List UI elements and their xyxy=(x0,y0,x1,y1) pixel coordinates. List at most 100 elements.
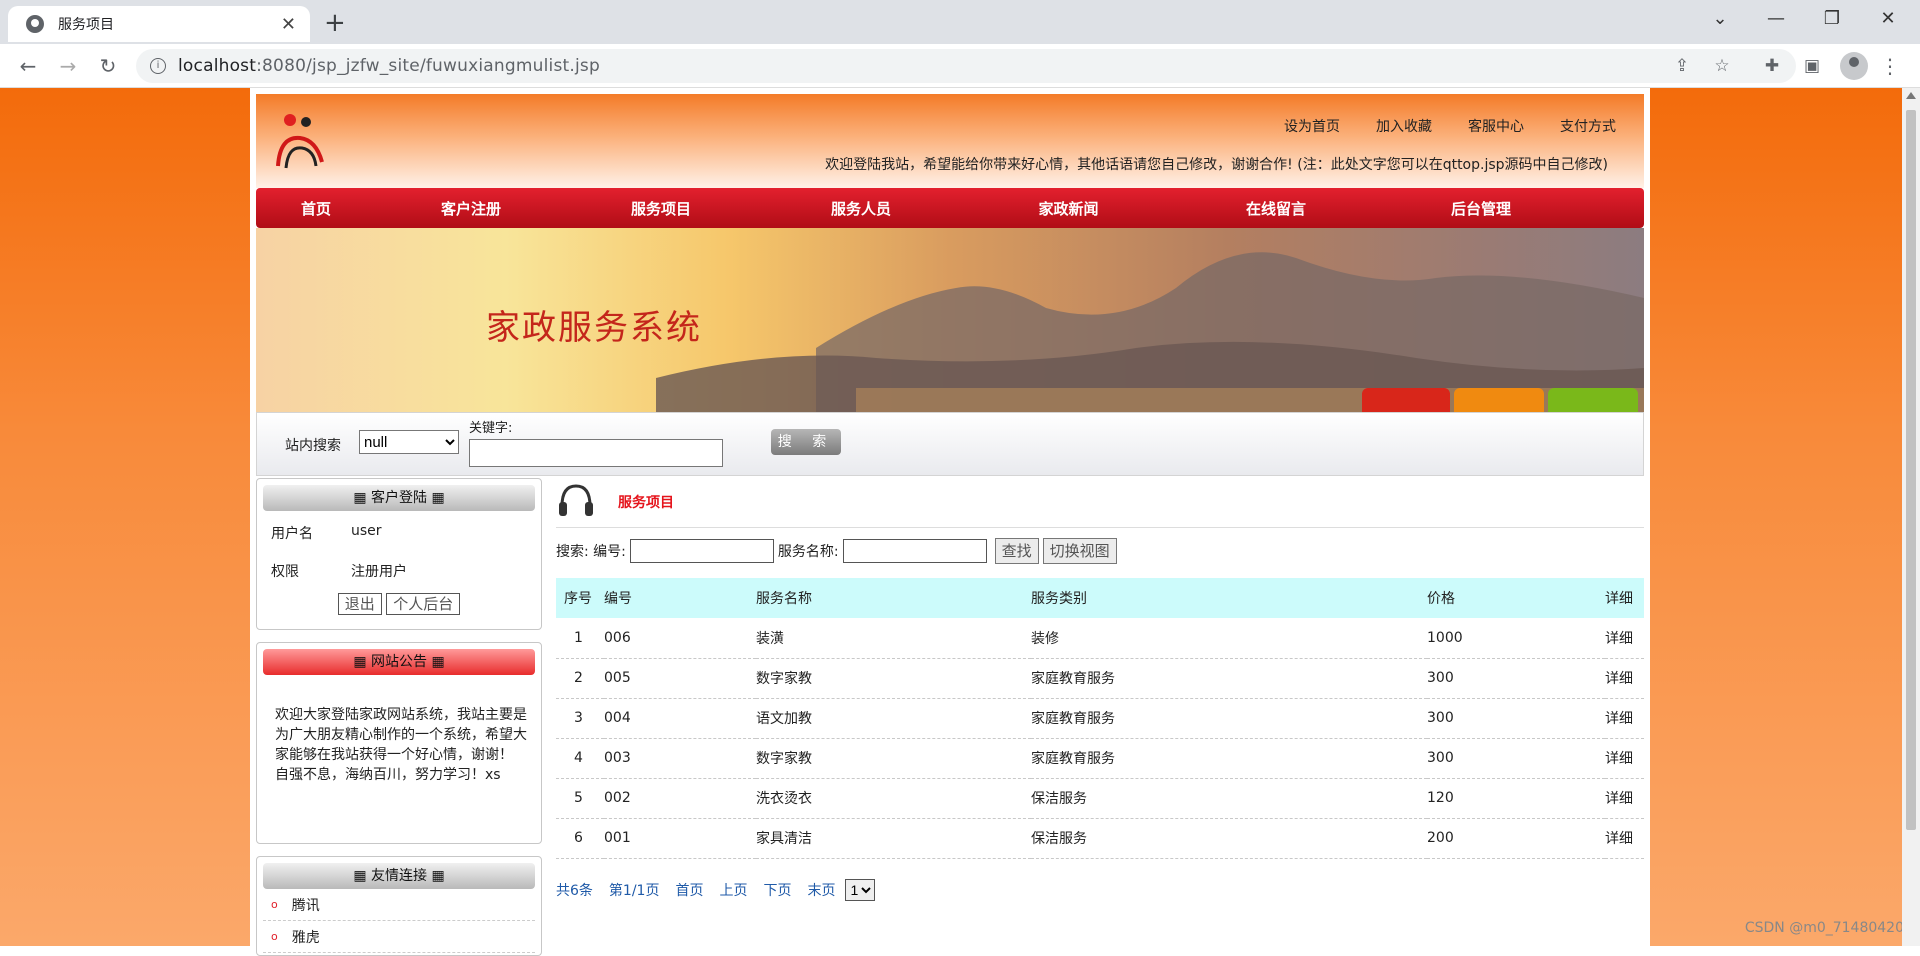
site-search-button[interactable]: 搜 索 xyxy=(771,429,841,455)
reload-icon[interactable]: ↻ xyxy=(92,50,124,82)
pager-prev[interactable]: 上页 xyxy=(719,880,747,900)
profile-avatar[interactable] xyxy=(1840,52,1868,80)
url-field[interactable]: i localhost:8080/jsp_jzfw_site/fuwuxiang… xyxy=(136,49,1796,83)
detail-link[interactable]: 详细 xyxy=(1605,778,1644,819)
menu-icon[interactable]: ⋮ xyxy=(1880,52,1900,80)
welcome-text: 欢迎登陆我站，希望能给你带来好心情，其他话语请您自己修改，谢谢合作! (注：此处… xyxy=(825,157,1608,173)
extensions-icon[interactable]: ✚ xyxy=(1760,54,1784,78)
role-value: 注册用户 xyxy=(351,564,407,580)
friend-link-item[interactable]: o 雅虎 xyxy=(263,921,535,953)
new-tab-button[interactable]: + xyxy=(324,8,346,38)
page-scrollbar[interactable] xyxy=(1902,88,1920,946)
keyword-label: 关键字: xyxy=(469,421,513,436)
notice-box: ▦ 网站公告 ▦ 欢迎大家登陆家政网站系统，我站主要是为广大朋友精心制作的一个系… xyxy=(256,642,542,844)
nav-admin[interactable]: 后台管理 xyxy=(1381,198,1581,219)
col-name: 服务名称 xyxy=(756,578,1031,618)
share-icon[interactable]: ⇪ xyxy=(1670,54,1694,78)
detail-link[interactable]: 详细 xyxy=(1605,738,1644,779)
site-container: 设为首页 加入收藏 客服中心 支付方式 欢迎登陆我站，希望能给你带来好心情，其他… xyxy=(250,88,1650,956)
site-info-icon[interactable]: i xyxy=(150,58,166,74)
nav-home[interactable]: 首页 xyxy=(256,198,376,219)
section-title: 服务项目 xyxy=(618,495,674,511)
col-category: 服务类别 xyxy=(1031,578,1427,618)
code-input[interactable] xyxy=(629,539,774,563)
browser-tab[interactable]: 服务项目 ✕ xyxy=(8,6,310,42)
nav-register[interactable]: 客户注册 xyxy=(376,198,566,219)
set-homepage-link[interactable]: 设为首页 xyxy=(1284,116,1340,136)
page-viewport: 设为首页 加入收藏 客服中心 支付方式 欢迎登陆我站，希望能给你带来好心情，其他… xyxy=(0,88,1920,956)
site-search-select[interactable]: null xyxy=(359,430,459,454)
table-row: 3 004 语文加教 家庭教育服务 300 详细 xyxy=(556,698,1644,739)
bullet-icon: o xyxy=(271,930,278,943)
notice-text: 欢迎大家登陆家政网站系统，我站主要是为广大朋友精心制作的一个系统，希望大家能够在… xyxy=(275,707,527,783)
table-row: 1 006 装潢 装修 1000 详细 xyxy=(556,618,1644,659)
bullet-icon: o xyxy=(271,898,278,911)
nav-news[interactable]: 家政新闻 xyxy=(966,198,1171,219)
pager-total: 共6条 xyxy=(556,882,593,899)
personal-backend-button[interactable]: 个人后台 xyxy=(386,593,461,615)
switch-view-button[interactable]: 切换视图 xyxy=(1042,538,1117,564)
banner-landscape xyxy=(656,252,1644,412)
scroll-thumb[interactable] xyxy=(1906,110,1916,830)
site-search-label: 站内搜索 xyxy=(285,438,341,454)
nav-messages[interactable]: 在线留言 xyxy=(1171,198,1381,219)
tab-search-icon[interactable]: ⌄ xyxy=(1692,0,1748,40)
login-box-title: ▦ 客户登陆 ▦ xyxy=(263,485,535,511)
links-box: ▦ 友情连接 ▦ o 腾讯 o 雅虎 xyxy=(256,856,542,956)
payment-link[interactable]: 支付方式 xyxy=(1560,116,1616,136)
service-center-link[interactable]: 客服中心 xyxy=(1468,116,1524,136)
logout-button[interactable]: 退出 xyxy=(337,593,382,615)
service-name-input[interactable] xyxy=(842,539,987,563)
detail-link[interactable]: 详细 xyxy=(1605,618,1644,659)
main-content: 服务项目 搜索: 编号: 服务名称: 查找 切换视图 序号 编号 服务名称 服务… xyxy=(556,478,1644,901)
section-header: 服务项目 xyxy=(556,478,1644,528)
pager: 共6条 第1/1页 首页 上页 下页 末页 1 xyxy=(556,878,1644,901)
csdn-watermark: CSDN @m0_71480420 xyxy=(1744,920,1904,936)
side-panel-icon[interactable]: ▣ xyxy=(1800,54,1824,78)
add-favorite-link[interactable]: 加入收藏 xyxy=(1376,116,1432,136)
detail-link[interactable]: 详细 xyxy=(1605,818,1644,859)
role-row: 权限 注册用户 xyxy=(271,561,541,581)
find-button[interactable]: 查找 xyxy=(994,538,1039,564)
nav-staff[interactable]: 服务人员 xyxy=(756,198,966,219)
back-icon[interactable]: ← xyxy=(12,50,44,82)
detail-link[interactable]: 详细 xyxy=(1605,698,1644,739)
username-row: 用户名 user xyxy=(271,523,382,542)
table-row: 4 003 数字家教 家庭教育服务 300 详细 xyxy=(556,738,1644,779)
table-row: 5 002 洗衣烫衣 保洁服务 120 详细 xyxy=(556,778,1644,819)
pager-last[interactable]: 末页 xyxy=(807,880,835,900)
tab-title: 服务项目 xyxy=(58,17,114,33)
search-code-label: 搜索: 编号: xyxy=(556,544,626,560)
pager-next[interactable]: 下页 xyxy=(763,880,791,900)
bookmark-star-icon[interactable]: ☆ xyxy=(1710,54,1734,78)
pager-page: 第1/1页 xyxy=(608,882,660,899)
friend-link-item[interactable]: o 腾讯 xyxy=(263,889,535,921)
url-text: localhost:8080/jsp_jzfw_site/fuwuxiangmu… xyxy=(178,56,600,76)
col-detail: 详细 xyxy=(1605,578,1644,618)
scroll-up-icon[interactable] xyxy=(1906,92,1916,99)
forward-icon[interactable]: → xyxy=(52,50,84,82)
links-box-title: ▦ 友情连接 ▦ xyxy=(263,863,535,889)
login-box: ▦ 客户登陆 ▦ 用户名 user 权限 注册用户 退出 个人后台 xyxy=(256,478,542,630)
close-tab-icon[interactable]: ✕ xyxy=(281,14,296,35)
col-index: 序号 xyxy=(556,578,604,618)
pager-first[interactable]: 首页 xyxy=(675,880,703,900)
table-header-row: 序号 编号 服务名称 服务类别 价格 详细 xyxy=(556,578,1644,618)
banner: 家政服务系统 xyxy=(256,228,1644,412)
restore-button[interactable]: ❐ xyxy=(1804,0,1860,40)
service-name-label: 服务名称: xyxy=(777,544,839,560)
filter-bar: 搜索: 编号: 服务名称: 查找 切换视图 xyxy=(556,536,1644,566)
nav-services[interactable]: 服务项目 xyxy=(566,198,756,219)
table-row: 2 005 数字家教 家庭教育服务 300 详细 xyxy=(556,658,1644,699)
banner-tab-orange xyxy=(1454,388,1544,412)
browser-chrome: 服务项目 ✕ + ⌄ — ❐ ✕ ← → ↻ i localhost:8080/… xyxy=(0,0,1920,88)
detail-link[interactable]: 详细 xyxy=(1605,658,1644,699)
minimize-button[interactable]: — xyxy=(1748,0,1804,40)
table-row: 6 001 家具清洁 保洁服务 200 详细 xyxy=(556,818,1644,859)
main-nav: 首页 客户注册 服务项目 服务人员 家政新闻 在线留言 后台管理 xyxy=(256,188,1644,228)
username-value: user xyxy=(351,523,382,539)
page-select[interactable]: 1 xyxy=(845,878,876,901)
close-window-button[interactable]: ✕ xyxy=(1860,0,1916,40)
site-search-bar: 站内搜索 null 关键字: 搜 索 xyxy=(256,412,1644,476)
keyword-input[interactable] xyxy=(469,439,723,467)
